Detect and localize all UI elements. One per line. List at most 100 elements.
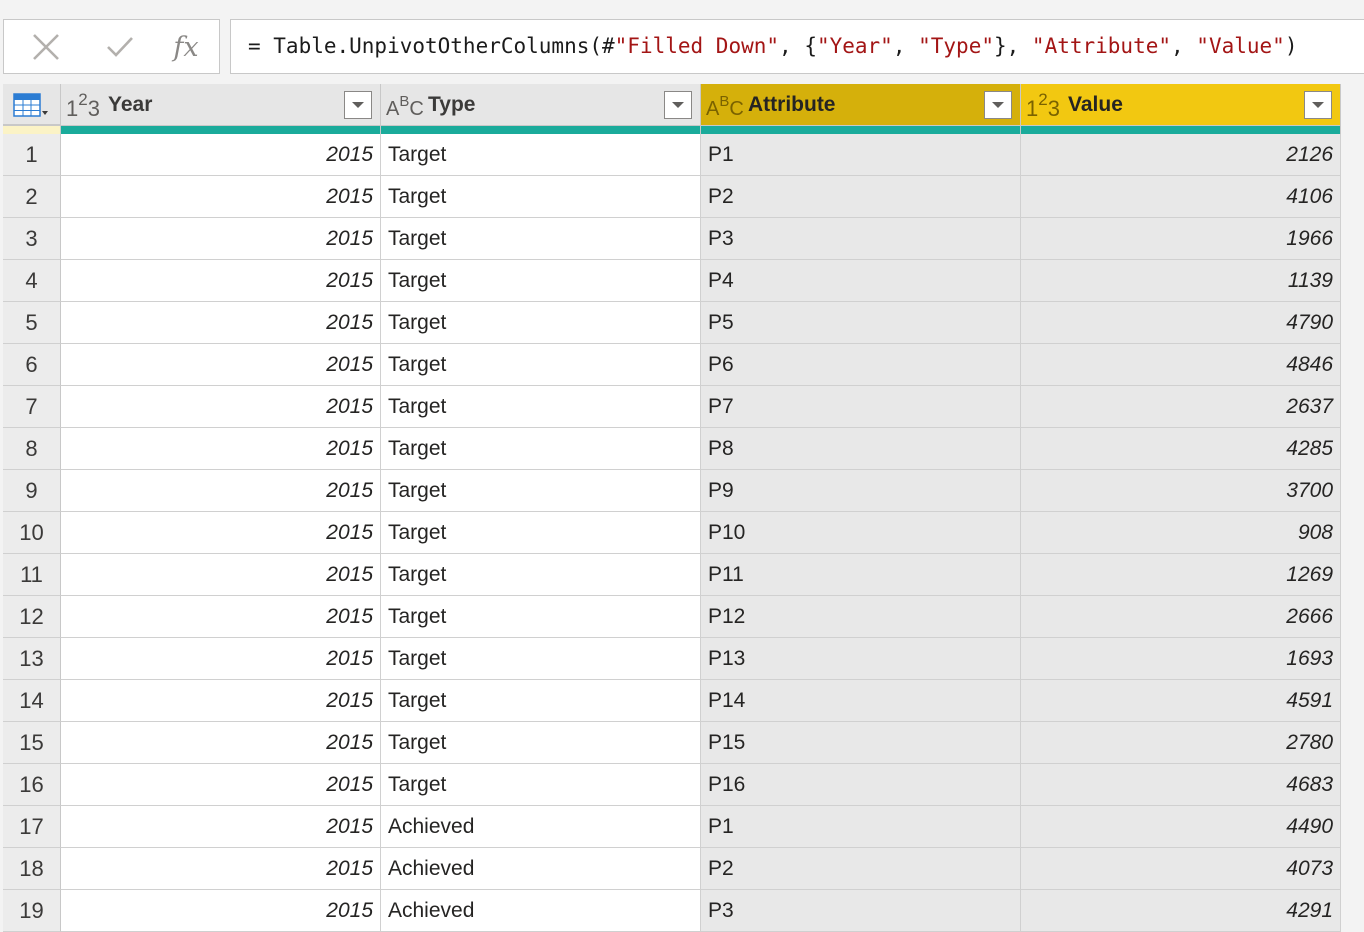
- cell-value[interactable]: 4106: [1021, 176, 1341, 218]
- cell-type[interactable]: Target: [381, 302, 701, 344]
- row-number[interactable]: 5: [3, 302, 61, 344]
- cell-value[interactable]: 4073: [1021, 848, 1341, 890]
- cell-year[interactable]: 2015: [61, 134, 381, 176]
- cell-attribute[interactable]: P3: [701, 890, 1021, 932]
- cell-type[interactable]: Target: [381, 428, 701, 470]
- cell-year[interactable]: 2015: [61, 764, 381, 806]
- cell-type[interactable]: Target: [381, 260, 701, 302]
- cell-attribute[interactable]: P2: [701, 848, 1021, 890]
- cell-year[interactable]: 2015: [61, 176, 381, 218]
- row-number[interactable]: 3: [3, 218, 61, 260]
- cell-type[interactable]: Target: [381, 134, 701, 176]
- cell-attribute[interactable]: P2: [701, 176, 1021, 218]
- cell-year[interactable]: 2015: [61, 680, 381, 722]
- cell-type[interactable]: Target: [381, 512, 701, 554]
- cell-type[interactable]: Target: [381, 596, 701, 638]
- column-quality-bar[interactable]: [381, 126, 701, 134]
- cell-attribute[interactable]: P14: [701, 680, 1021, 722]
- row-number[interactable]: 17: [3, 806, 61, 848]
- table-row[interactable]: 10 2015 Target P10 908: [3, 512, 1341, 554]
- table-row[interactable]: 5 2015 Target P5 4790: [3, 302, 1341, 344]
- cell-value[interactable]: 2126: [1021, 134, 1341, 176]
- cell-attribute[interactable]: P5: [701, 302, 1021, 344]
- cell-year[interactable]: 2015: [61, 218, 381, 260]
- cell-year[interactable]: 2015: [61, 806, 381, 848]
- cell-attribute[interactable]: P10: [701, 512, 1021, 554]
- column-header-attribute[interactable]: ABC Attribute: [701, 84, 1021, 126]
- row-number[interactable]: 11: [3, 554, 61, 596]
- text-type-icon[interactable]: ABC: [706, 90, 744, 120]
- table-row[interactable]: 8 2015 Target P8 4285: [3, 428, 1341, 470]
- cell-attribute[interactable]: P16: [701, 764, 1021, 806]
- table-row[interactable]: 2 2015 Target P2 4106: [3, 176, 1341, 218]
- chevron-down-icon[interactable]: [984, 90, 1012, 119]
- cell-type[interactable]: Target: [381, 554, 701, 596]
- row-number[interactable]: 1: [3, 134, 61, 176]
- cell-year[interactable]: 2015: [61, 722, 381, 764]
- cell-type[interactable]: Achieved: [381, 848, 701, 890]
- checkmark-icon[interactable]: [98, 28, 142, 66]
- table-row[interactable]: 3 2015 Target P3 1966: [3, 218, 1341, 260]
- fx-icon[interactable]: fx: [164, 28, 208, 66]
- cell-type[interactable]: Target: [381, 638, 701, 680]
- cell-attribute[interactable]: P6: [701, 344, 1021, 386]
- table-row[interactable]: 17 2015 Achieved P1 4490: [3, 806, 1341, 848]
- cell-value[interactable]: 4790: [1021, 302, 1341, 344]
- column-quality-bar[interactable]: [1021, 126, 1341, 134]
- table-row[interactable]: 7 2015 Target P7 2637: [3, 386, 1341, 428]
- cell-type[interactable]: Target: [381, 344, 701, 386]
- column-header-type[interactable]: ABC Type: [381, 84, 701, 126]
- table-row[interactable]: 6 2015 Target P6 4846: [3, 344, 1341, 386]
- row-number[interactable]: 19: [3, 890, 61, 932]
- cell-year[interactable]: 2015: [61, 890, 381, 932]
- column-quality-bar[interactable]: [61, 126, 381, 134]
- cell-type[interactable]: Target: [381, 764, 701, 806]
- row-number[interactable]: 13: [3, 638, 61, 680]
- row-number[interactable]: 10: [3, 512, 61, 554]
- cell-attribute[interactable]: P4: [701, 260, 1021, 302]
- column-quality-bar[interactable]: [701, 126, 1021, 134]
- cell-year[interactable]: 2015: [61, 848, 381, 890]
- table-row[interactable]: 14 2015 Target P14 4591: [3, 680, 1341, 722]
- row-number[interactable]: 6: [3, 344, 61, 386]
- chevron-down-icon[interactable]: [1304, 90, 1332, 119]
- close-icon[interactable]: [24, 28, 68, 66]
- cell-type[interactable]: Target: [381, 218, 701, 260]
- cell-type[interactable]: Target: [381, 470, 701, 512]
- chevron-down-icon[interactable]: [664, 90, 692, 119]
- cell-year[interactable]: 2015: [61, 428, 381, 470]
- row-number[interactable]: 14: [3, 680, 61, 722]
- column-header-value[interactable]: 123 Value: [1021, 84, 1341, 126]
- table-row[interactable]: 19 2015 Achieved P3 4291: [3, 890, 1341, 932]
- table-row[interactable]: 1 2015 Target P1 2126: [3, 134, 1341, 176]
- cell-attribute[interactable]: P15: [701, 722, 1021, 764]
- row-number[interactable]: 2: [3, 176, 61, 218]
- cell-value[interactable]: 2666: [1021, 596, 1341, 638]
- table-row[interactable]: 12 2015 Target P12 2666: [3, 596, 1341, 638]
- cell-value[interactable]: 908: [1021, 512, 1341, 554]
- table-row[interactable]: 16 2015 Target P16 4683: [3, 764, 1341, 806]
- cell-year[interactable]: 2015: [61, 344, 381, 386]
- cell-year[interactable]: 2015: [61, 638, 381, 680]
- row-number[interactable]: 18: [3, 848, 61, 890]
- formula-input[interactable]: = Table.UnpivotOtherColumns(#"Filled Dow…: [230, 19, 1364, 74]
- cell-value[interactable]: 2780: [1021, 722, 1341, 764]
- cell-year[interactable]: 2015: [61, 386, 381, 428]
- table-menu-button[interactable]: [3, 84, 61, 126]
- cell-attribute[interactable]: P8: [701, 428, 1021, 470]
- table-row[interactable]: 15 2015 Target P15 2780: [3, 722, 1341, 764]
- row-number[interactable]: 4: [3, 260, 61, 302]
- cell-attribute[interactable]: P3: [701, 218, 1021, 260]
- chevron-down-icon[interactable]: [344, 90, 372, 119]
- row-number[interactable]: 16: [3, 764, 61, 806]
- cell-attribute[interactable]: P11: [701, 554, 1021, 596]
- cell-type[interactable]: Target: [381, 680, 701, 722]
- table-row[interactable]: 9 2015 Target P9 3700: [3, 470, 1341, 512]
- table-row[interactable]: 13 2015 Target P13 1693: [3, 638, 1341, 680]
- row-number[interactable]: 7: [3, 386, 61, 428]
- text-type-icon[interactable]: ABC: [386, 90, 424, 120]
- row-number[interactable]: 8: [3, 428, 61, 470]
- whole-number-type-icon[interactable]: 123: [66, 90, 102, 120]
- cell-value[interactable]: 1139: [1021, 260, 1341, 302]
- table-row[interactable]: 4 2015 Target P4 1139: [3, 260, 1341, 302]
